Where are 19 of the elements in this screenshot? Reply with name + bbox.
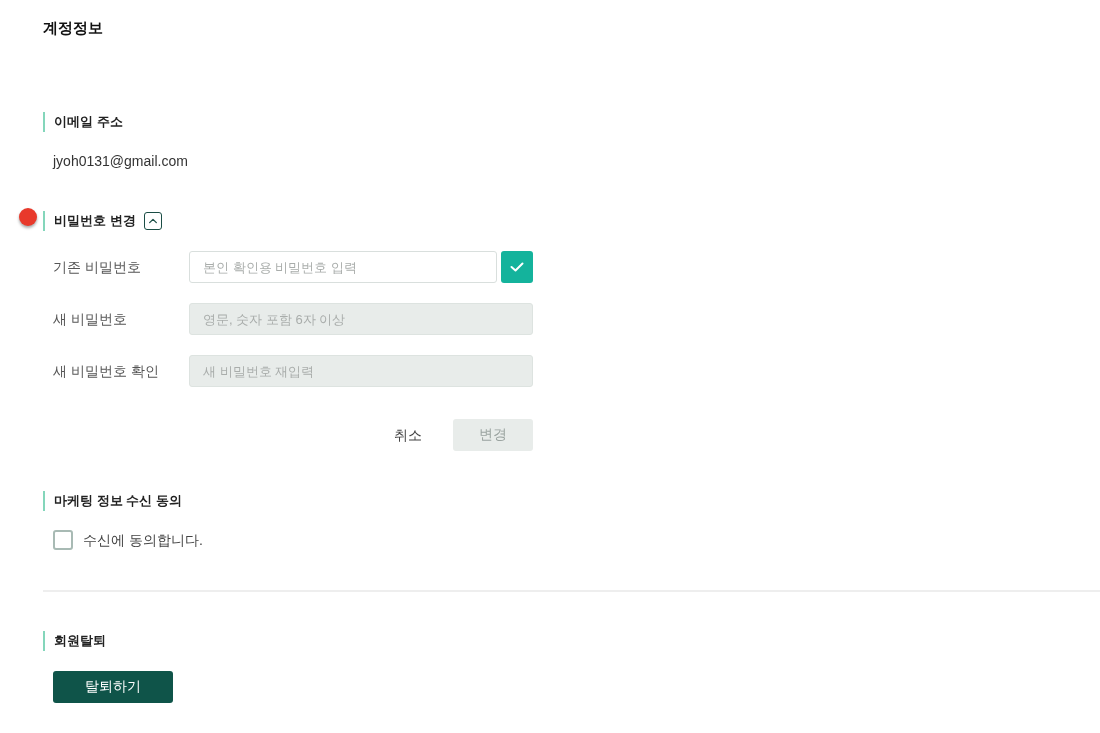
section-heading: 비밀번호 변경 [43, 211, 136, 231]
section-heading: 이메일 주소 [43, 112, 123, 132]
field-label: 새 비밀번호 확인 [53, 362, 160, 381]
checkbox-label: 수신에 동의합니다. [83, 531, 203, 550]
section-heading: 마케팅 정보 수신 동의 [43, 491, 182, 511]
collapse-toggle[interactable] [143, 212, 162, 230]
marker-dot-icon [19, 208, 37, 226]
page-title: 계정정보 [43, 19, 103, 37]
checkbox[interactable] [53, 530, 73, 550]
withdraw-button[interactable]: 탈퇴하기 [53, 671, 173, 703]
field-label: 새 비밀번호 [53, 310, 128, 329]
confirm-button[interactable] [501, 251, 533, 283]
chevron-up-icon [147, 216, 158, 226]
check-icon [510, 262, 524, 272]
password-field[interactable]: 본인 확인용 비밀번호 입력 [189, 251, 497, 283]
email-text: jyoh0131@gmail.com [53, 152, 188, 171]
cancel-button[interactable]: 취소 [382, 419, 434, 451]
section-heading: 회원탈퇴 [43, 631, 106, 651]
field-label: 기존 비밀번호 [53, 258, 142, 277]
